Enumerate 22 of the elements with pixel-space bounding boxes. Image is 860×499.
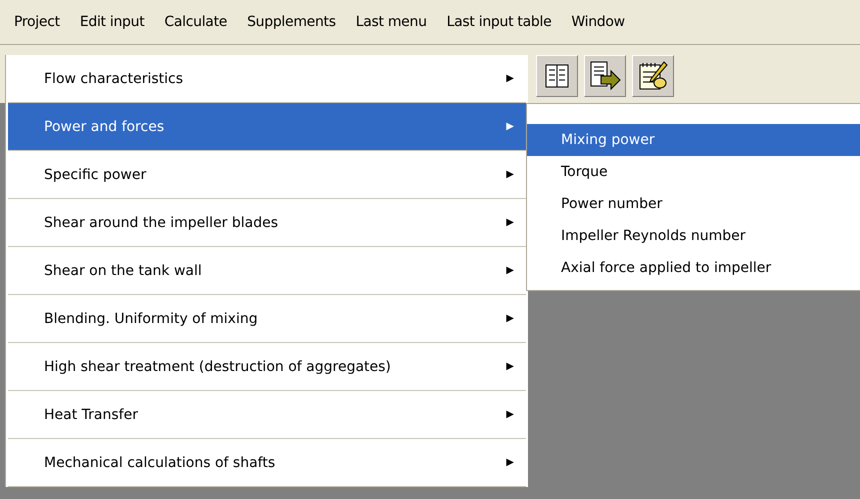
submenu-item[interactable]: Impeller Reynolds number xyxy=(527,220,860,252)
submenu-item[interactable]: Torque xyxy=(527,156,860,188)
menu-bar-item[interactable]: Supplements xyxy=(237,10,346,34)
menu-bar-item[interactable]: Project xyxy=(4,10,70,34)
menu-item[interactable]: Heat Transfer ▶ xyxy=(8,391,526,439)
menu-bar-item[interactable]: Last menu xyxy=(346,10,437,34)
menu-bar-item[interactable]: Last input table xyxy=(436,10,562,34)
menu-bar-item[interactable]: Window xyxy=(561,10,635,34)
menu-item[interactable]: Power and forces ▶ xyxy=(8,103,526,151)
notepad-pencil-icon[interactable] xyxy=(632,54,674,96)
menu-bar-item[interactable]: Edit input xyxy=(70,10,154,34)
menu-item[interactable]: Shear on the tank wall ▶ xyxy=(8,247,526,295)
menu-item[interactable]: Specific power ▶ xyxy=(8,151,526,199)
book-icon[interactable] xyxy=(536,54,578,96)
menu-item[interactable]: Shear around the impeller blades ▶ xyxy=(8,199,526,247)
submenu-item[interactable]: Power number xyxy=(527,188,860,220)
menu-bar-item[interactable]: Calculate xyxy=(154,10,238,34)
menu-item[interactable]: High shear treatment (destruction of aggregates) ▶ xyxy=(8,343,526,391)
menu-item[interactable]: Blending. Uniformity of mixing ▶ xyxy=(8,295,526,343)
submenu-item[interactable]: Mixing power xyxy=(527,124,860,156)
menu-item[interactable]: Mechanical calculations of shafts ▶ xyxy=(8,439,526,487)
submenu-item[interactable]: Axial force applied to impeller xyxy=(527,252,860,284)
